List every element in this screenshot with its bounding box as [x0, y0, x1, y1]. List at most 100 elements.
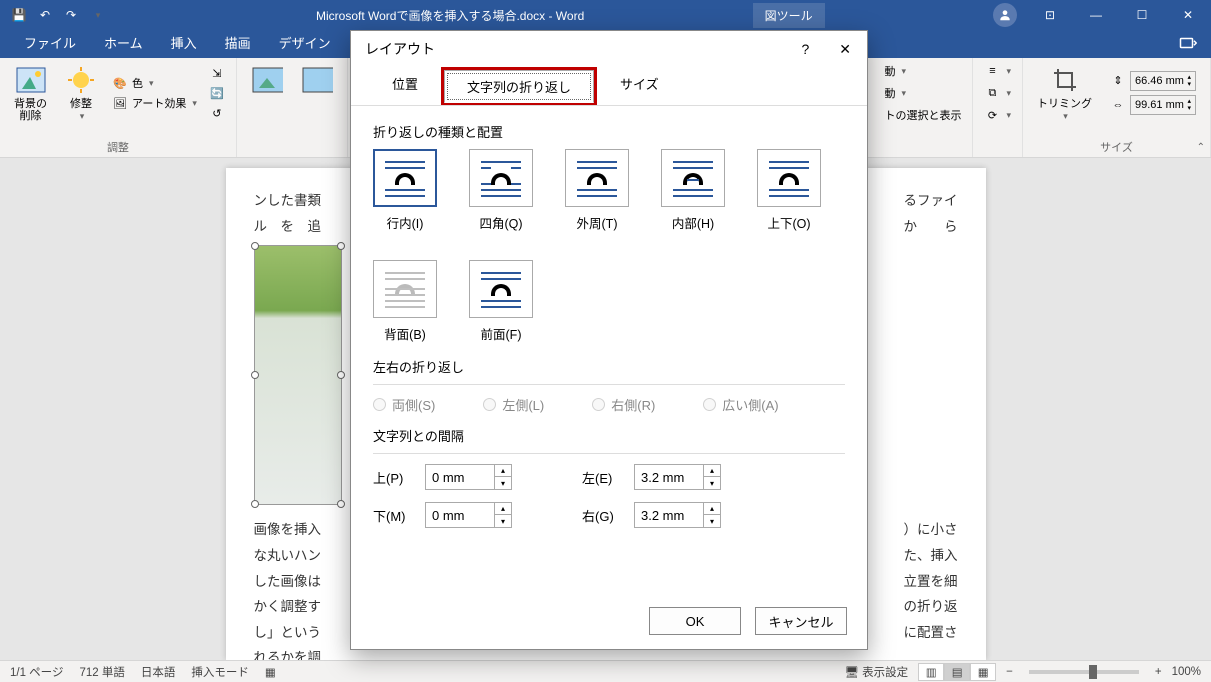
remove-background-icon: [15, 64, 47, 96]
margin-top-spinner[interactable]: ▴▾: [425, 464, 512, 490]
corrections-button[interactable]: 修整 ▾: [59, 62, 103, 124]
color-button[interactable]: 🎨色▾: [109, 74, 200, 92]
rotate-icon: ⟳: [984, 107, 1000, 123]
group-button[interactable]: ⧉▾: [981, 84, 1014, 102]
wrap-option-behind[interactable]: 背面(B): [373, 260, 437, 343]
minimize-button[interactable]: —: [1073, 0, 1119, 30]
undo-icon[interactable]: ↶: [34, 4, 56, 26]
spin-up[interactable]: ▴: [704, 503, 720, 515]
spin-up[interactable]: ▴: [495, 465, 511, 477]
align-button[interactable]: ≡▾: [981, 62, 1014, 80]
tab-design[interactable]: デザイン: [265, 28, 345, 58]
ok-button[interactable]: OK: [649, 607, 741, 635]
wrap-option-topbottom[interactable]: 上下(O): [757, 149, 821, 232]
dialog-close-button[interactable]: ✕: [833, 39, 857, 60]
wrap-option-inline[interactable]: 行内(I): [373, 149, 437, 232]
dialog-help-button[interactable]: ?: [795, 39, 815, 60]
reset-picture-button[interactable]: ↺: [206, 104, 228, 122]
bring-forward-button[interactable]: 動▾: [881, 62, 964, 80]
reset-icon: ↺: [209, 105, 225, 121]
status-language[interactable]: 日本語: [141, 664, 176, 680]
view-web-layout[interactable]: ▦: [970, 663, 996, 681]
tab-insert[interactable]: 挿入: [157, 28, 211, 58]
change-picture-button[interactable]: 🔄: [206, 84, 228, 102]
redo-icon[interactable]: ↷: [60, 4, 82, 26]
radio-left-only[interactable]: 左側(L): [483, 395, 544, 414]
dialog-body: 折り返しの種類と配置 行内(I) 四角(Q) 外周(T): [351, 106, 867, 593]
lr-wrap-radios: 両側(S) 左側(L) 右側(R) 広い側(A): [373, 395, 845, 414]
zoom-in-button[interactable]: +: [1155, 666, 1162, 678]
wrap-option-front[interactable]: 前面(F): [469, 260, 533, 343]
ribbon-group-arrange2: ≡▾ ⧉▾ ⟳▾: [973, 58, 1023, 157]
margin-right-row: 右(G) ▴▾: [582, 502, 721, 528]
title-bar: 💾 ↶ ↷ ▾ Microsoft Wordで画像を挿入する場合.docx - …: [0, 0, 1211, 30]
selection-pane-button[interactable]: トの選択と表示: [881, 106, 964, 124]
art-effect-button[interactable]: 🖼アート効果▾: [109, 94, 200, 112]
margin-right-input[interactable]: [635, 508, 703, 523]
radio-largest-side[interactable]: 広い側(A): [703, 395, 778, 414]
spin-up[interactable]: ▴: [704, 465, 720, 477]
margin-bottom-spinner[interactable]: ▴▾: [425, 502, 512, 528]
dialog-tab-size[interactable]: サイズ: [597, 67, 682, 106]
width-control[interactable]: ⇔ 99.61 mm▴▾: [1110, 95, 1196, 115]
ribbon-display-options-icon[interactable]: ⊡: [1027, 0, 1073, 30]
rotate-button[interactable]: ⟳▾: [981, 106, 1014, 124]
zoom-level[interactable]: 100%: [1172, 666, 1201, 678]
spin-down[interactable]: ▾: [495, 515, 511, 527]
group-icon: ⧉: [984, 85, 1000, 101]
wrap-option-tight[interactable]: 外周(T): [565, 149, 629, 232]
wrap-option-square[interactable]: 四角(Q): [469, 149, 533, 232]
height-control[interactable]: ⇕ 66.46 mm▴▾: [1110, 71, 1196, 91]
wrap-option-through[interactable]: 内部(H): [661, 149, 725, 232]
spin-up[interactable]: ▴: [495, 503, 511, 515]
cancel-button[interactable]: キャンセル: [755, 607, 847, 635]
margin-right-spinner[interactable]: ▴▾: [634, 502, 721, 528]
tab-draw[interactable]: 描画: [211, 28, 265, 58]
picture-style-1[interactable]: [245, 62, 289, 98]
wrap-style-options: 行内(I) 四角(Q) 外周(T) 内部(H): [373, 149, 845, 343]
remove-background-button[interactable]: 背景の 削除: [8, 62, 53, 124]
tab-home[interactable]: ホーム: [90, 28, 157, 58]
collapse-ribbon-icon[interactable]: ⌃: [1197, 142, 1205, 153]
spin-down[interactable]: ▾: [704, 515, 720, 527]
contextual-tool-tab[interactable]: 図ツール: [753, 3, 825, 28]
margin-bottom-input[interactable]: [426, 508, 494, 523]
status-macro-icon[interactable]: ▦: [265, 665, 276, 679]
wrap-behind-icon: [373, 260, 437, 318]
tab-file[interactable]: ファイル: [10, 28, 90, 58]
radio-both-sides[interactable]: 両側(S): [373, 395, 435, 414]
selected-image[interactable]: [254, 245, 342, 505]
highlight-annotation: 文字列の折り返し: [441, 67, 597, 105]
display-settings-button[interactable]: 🖥 表示設定: [844, 664, 908, 680]
maximize-button[interactable]: ☐: [1119, 0, 1165, 30]
dialog-tab-position[interactable]: 位置: [369, 67, 441, 106]
status-word-count[interactable]: 712 単語: [79, 664, 124, 680]
dialog-footer: OK キャンセル: [351, 593, 867, 649]
margin-left-spinner[interactable]: ▴▾: [634, 464, 721, 490]
dialog-tab-text-wrapping[interactable]: 文字列の折り返し: [444, 70, 594, 103]
user-avatar-icon[interactable]: [993, 3, 1017, 27]
wrap-topbottom-icon: [757, 149, 821, 207]
zoom-out-button[interactable]: −: [1006, 666, 1013, 678]
margin-left-input[interactable]: [635, 470, 703, 485]
picture-style-2[interactable]: [295, 62, 339, 98]
share-icon[interactable]: [1165, 31, 1211, 58]
radio-right-only[interactable]: 右側(R): [592, 395, 655, 414]
wrap-square-icon: [469, 149, 533, 207]
compress-pictures-button[interactable]: ⇲: [206, 64, 228, 82]
dialog-title-bar[interactable]: レイアウト ? ✕: [351, 31, 867, 67]
view-print-layout[interactable]: ▤: [944, 663, 970, 681]
margin-top-input[interactable]: [426, 470, 494, 485]
qa-customize-icon[interactable]: ▾: [86, 4, 108, 26]
crop-button[interactable]: トリミング ▾: [1031, 62, 1098, 124]
status-bar: 1/1 ページ 712 単語 日本語 挿入モード ▦ 🖥 表示設定 ▥ ▤ ▦ …: [0, 660, 1211, 682]
spin-down[interactable]: ▾: [704, 477, 720, 489]
zoom-slider[interactable]: [1029, 670, 1139, 674]
close-button[interactable]: ✕: [1165, 0, 1211, 30]
spin-down[interactable]: ▾: [495, 477, 511, 489]
status-page[interactable]: 1/1 ページ: [10, 664, 63, 680]
view-read-mode[interactable]: ▥: [918, 663, 944, 681]
send-backward-button[interactable]: 動▾: [881, 84, 964, 102]
status-insert-mode[interactable]: 挿入モード: [191, 664, 249, 680]
save-icon[interactable]: 💾: [8, 4, 30, 26]
